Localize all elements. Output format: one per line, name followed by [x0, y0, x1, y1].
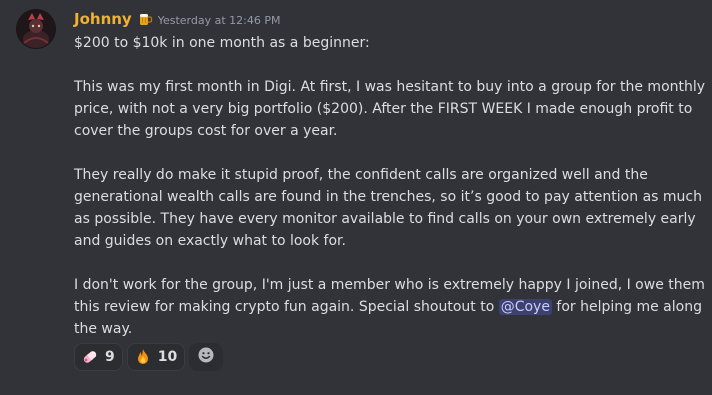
user-avatar[interactable]	[16, 9, 56, 49]
user-mention-coye[interactable]: @Coye	[498, 299, 552, 315]
message-paragraph-2: They really do make it stupid proof, the…	[74, 167, 702, 249]
reaction-pill[interactable]: 9	[74, 343, 123, 371]
message-line-title: $200 to $10k in one month as a beginner:	[74, 35, 370, 51]
message-header: Johnny Yesterday at 12:46 PM	[74, 8, 280, 30]
message-content: $200 to $10k in one month as a beginner:…	[74, 32, 706, 340]
reaction-fire[interactable]: 10	[126, 343, 186, 371]
reaction-count: 9	[105, 349, 115, 365]
avatar-image	[16, 9, 56, 49]
add-reaction-button[interactable]	[189, 343, 224, 371]
pink-pill-icon	[81, 348, 99, 366]
beer-mug-badge-icon[interactable]	[137, 11, 153, 27]
message-paragraph-3: I don't work for the group, I'm just a m…	[74, 274, 706, 340]
fire-icon	[134, 348, 152, 366]
message-timestamp[interactable]: Yesterday at 12:46 PM	[158, 14, 281, 27]
add-reaction-smiley-icon	[197, 346, 215, 368]
username[interactable]: Johnny	[74, 10, 132, 28]
message-paragraph-1: This was my first month in Digi. At firs…	[74, 79, 706, 139]
reactions-bar: 9 10	[74, 343, 224, 371]
reaction-count: 10	[157, 349, 178, 365]
chat-message: Johnny Yesterday at 12:46 PM $200 to $10…	[0, 0, 712, 395]
